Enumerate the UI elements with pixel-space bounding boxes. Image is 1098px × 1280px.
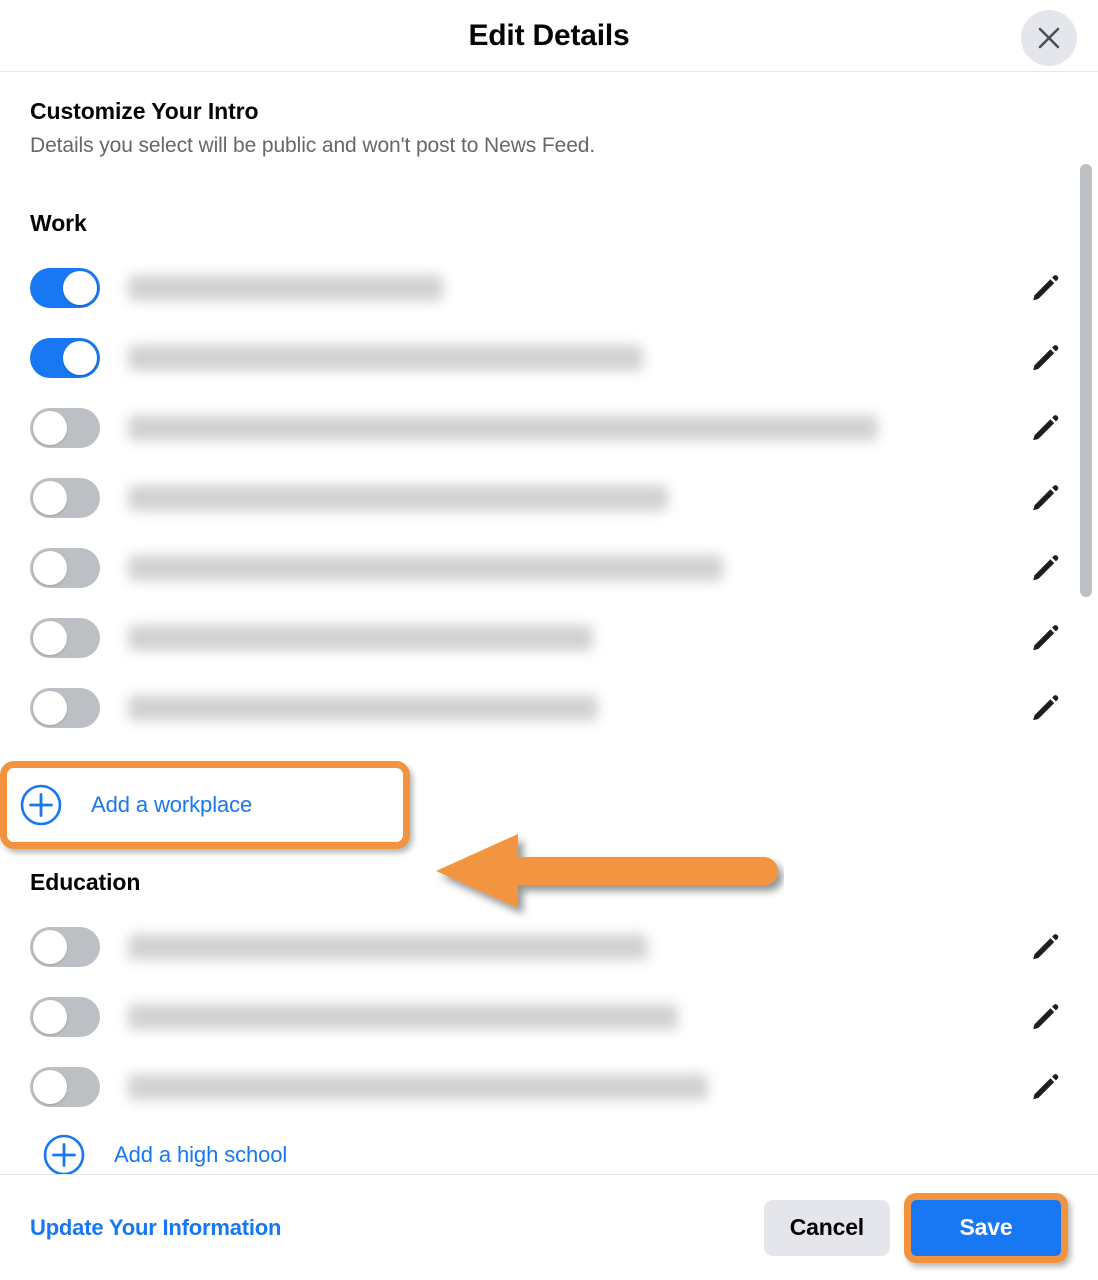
visibility-toggle[interactable]	[30, 268, 100, 308]
list-item	[30, 912, 1068, 982]
pencil-icon[interactable]	[1028, 1000, 1062, 1034]
add-link-label: Add a workplace	[91, 792, 253, 817]
list-item-label-redacted	[128, 695, 598, 721]
toggle-knob	[33, 551, 67, 585]
visibility-toggle[interactable]	[30, 997, 100, 1037]
list-item-label-redacted	[128, 415, 878, 441]
visibility-toggle[interactable]	[30, 927, 100, 967]
visibility-toggle[interactable]	[30, 688, 100, 728]
list-item-label-redacted	[128, 275, 443, 301]
add-link-education[interactable]: Add a high school	[30, 1122, 1068, 1174]
toggle-knob	[63, 271, 97, 305]
pencil-icon[interactable]	[1028, 481, 1062, 515]
footer-actions: Cancel Save	[763, 1192, 1068, 1263]
list-item-label-redacted	[128, 625, 593, 651]
toggle-knob	[33, 1000, 67, 1034]
list-item-label-redacted	[128, 1004, 678, 1030]
save-button-highlight: Save	[904, 1192, 1068, 1263]
scrollbar-track[interactable]	[1076, 146, 1094, 1066]
section-heading-work: Work	[30, 210, 87, 236]
dialog-footer: Update Your Information Cancel Save	[0, 1174, 1098, 1280]
list-item	[30, 603, 1068, 673]
close-button[interactable]	[1021, 10, 1077, 66]
toggle-knob	[33, 411, 67, 445]
list-item-label-redacted	[128, 1074, 708, 1100]
pencil-icon[interactable]	[1028, 691, 1062, 725]
update-your-information-link[interactable]: Update Your Information	[30, 1215, 281, 1241]
dialog-scroll-body[interactable]: Customize Your Intro Details you select …	[0, 72, 1098, 1174]
intro-section: Customize Your Intro Details you select …	[30, 72, 1068, 158]
toggle-knob	[63, 341, 97, 375]
row-list-work	[30, 253, 1068, 743]
edit-details-dialog: Edit Details Customize Your Intro Detail…	[0, 0, 1098, 1280]
save-button[interactable]: Save	[911, 1199, 1061, 1256]
pencil-icon[interactable]	[1028, 621, 1062, 655]
list-item	[30, 1052, 1068, 1122]
row-list-education	[30, 912, 1068, 1122]
plus-circle-icon	[42, 1133, 86, 1174]
intro-title: Customize Your Intro	[30, 98, 259, 124]
page-title: Edit Details	[468, 18, 630, 52]
visibility-toggle[interactable]	[30, 548, 100, 588]
list-item-label-redacted	[128, 485, 668, 511]
add-workplace-highlight: Add a workplace	[0, 761, 410, 849]
toggle-knob	[33, 481, 67, 515]
cancel-button[interactable]: Cancel	[763, 1199, 890, 1256]
toggle-knob	[33, 930, 67, 964]
add-link-label: Add a high school	[114, 1142, 288, 1167]
sections-container: Work Add a workplace Education Add a high s…	[0, 210, 1068, 1174]
visibility-toggle[interactable]	[30, 338, 100, 378]
add-link-work[interactable]: Add a workplace	[7, 768, 403, 842]
toggle-knob	[33, 1070, 67, 1104]
section-heading-education: Education	[30, 869, 141, 895]
pencil-icon[interactable]	[1028, 271, 1062, 305]
pencil-icon[interactable]	[1028, 341, 1062, 375]
visibility-toggle[interactable]	[30, 1067, 100, 1107]
list-item	[30, 393, 1068, 463]
visibility-toggle[interactable]	[30, 478, 100, 518]
list-item	[30, 323, 1068, 393]
list-item-label-redacted	[128, 934, 648, 960]
pencil-icon[interactable]	[1028, 930, 1062, 964]
toggle-knob	[33, 691, 67, 725]
list-item	[30, 982, 1068, 1052]
dialog-header: Edit Details	[0, 0, 1098, 72]
toggle-knob	[33, 621, 67, 655]
intro-subtitle: Details you select will be public and wo…	[30, 134, 596, 157]
list-item	[30, 253, 1068, 323]
visibility-toggle[interactable]	[30, 408, 100, 448]
pencil-icon[interactable]	[1028, 411, 1062, 445]
list-item-label-redacted	[128, 555, 723, 581]
list-item	[30, 533, 1068, 603]
close-icon	[1035, 24, 1063, 52]
plus-circle-icon	[19, 783, 63, 827]
list-item	[30, 463, 1068, 533]
pencil-icon[interactable]	[1028, 551, 1062, 585]
scrollbar-thumb[interactable]	[1080, 164, 1092, 597]
list-item-label-redacted	[128, 345, 643, 371]
list-item	[30, 673, 1068, 743]
visibility-toggle[interactable]	[30, 618, 100, 658]
pencil-icon[interactable]	[1028, 1070, 1062, 1104]
